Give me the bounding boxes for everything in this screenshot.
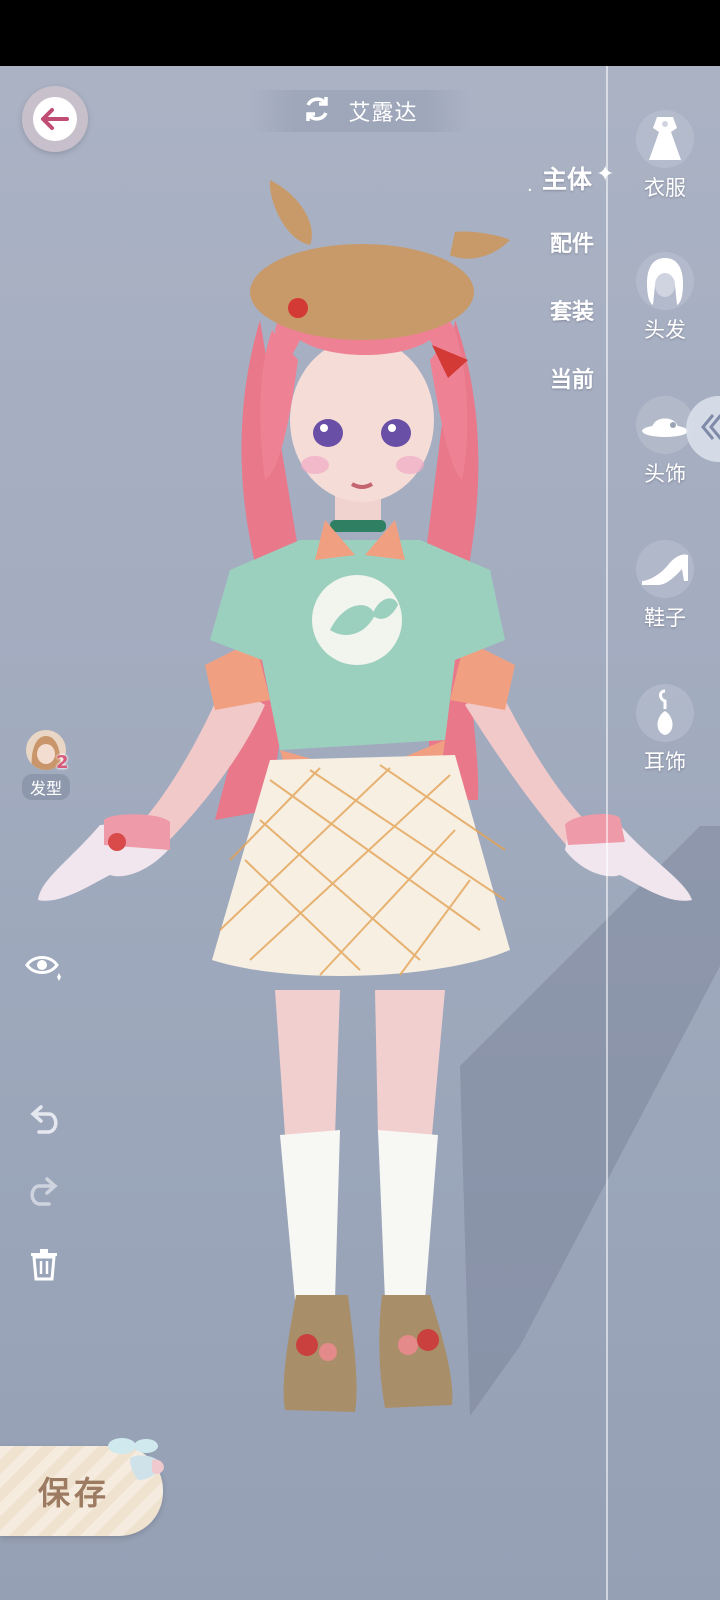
high-heel-icon xyxy=(636,540,694,598)
save-label: 保存 xyxy=(38,1474,111,1512)
undo-icon xyxy=(27,1104,61,1140)
sparkle-icon: · xyxy=(527,180,533,201)
back-button[interactable] xyxy=(22,86,88,152)
rail-item-hair[interactable]: 头发 xyxy=(625,252,705,344)
earring-icon xyxy=(636,684,694,742)
rail-item-shoes[interactable]: 鞋子 xyxy=(625,540,705,632)
gift-decoration-icon xyxy=(108,1438,164,1480)
hairstyle-count-badge: 2 xyxy=(56,752,69,773)
rail-divider xyxy=(606,66,608,1600)
hairstyle-label: 发型 xyxy=(21,774,70,800)
tab-current[interactable]: 当前 xyxy=(550,362,720,394)
dress-icon xyxy=(636,110,694,168)
hair-icon xyxy=(636,252,694,310)
redo-icon xyxy=(27,1176,61,1212)
rail-label: 耳饰 xyxy=(644,750,686,774)
character-name: 艾露达 xyxy=(348,101,418,126)
undo-button[interactable] xyxy=(22,1100,66,1144)
toggle-visibility-button[interactable] xyxy=(22,946,66,990)
trash-icon xyxy=(29,1247,59,1285)
hairstyle-chip[interactable]: 2 发型 xyxy=(16,730,76,800)
rail-label: 衣服 xyxy=(644,176,686,200)
back-arrow-icon xyxy=(33,97,77,141)
rail-label: 头饰 xyxy=(644,462,686,486)
rail-item-earrings[interactable]: 耳饰 xyxy=(625,684,705,776)
double-chevron-left-icon xyxy=(699,412,720,446)
redo-button[interactable] xyxy=(22,1172,66,1216)
refresh-icon xyxy=(302,94,332,128)
eye-sparkle-icon xyxy=(24,951,64,985)
character-switch[interactable]: 艾露达 xyxy=(250,90,470,132)
rail-item-clothes[interactable]: 衣服 xyxy=(625,110,705,202)
rail-label: 鞋子 xyxy=(644,606,686,630)
rail-label: 头发 xyxy=(644,318,686,342)
delete-button[interactable] xyxy=(22,1244,66,1288)
